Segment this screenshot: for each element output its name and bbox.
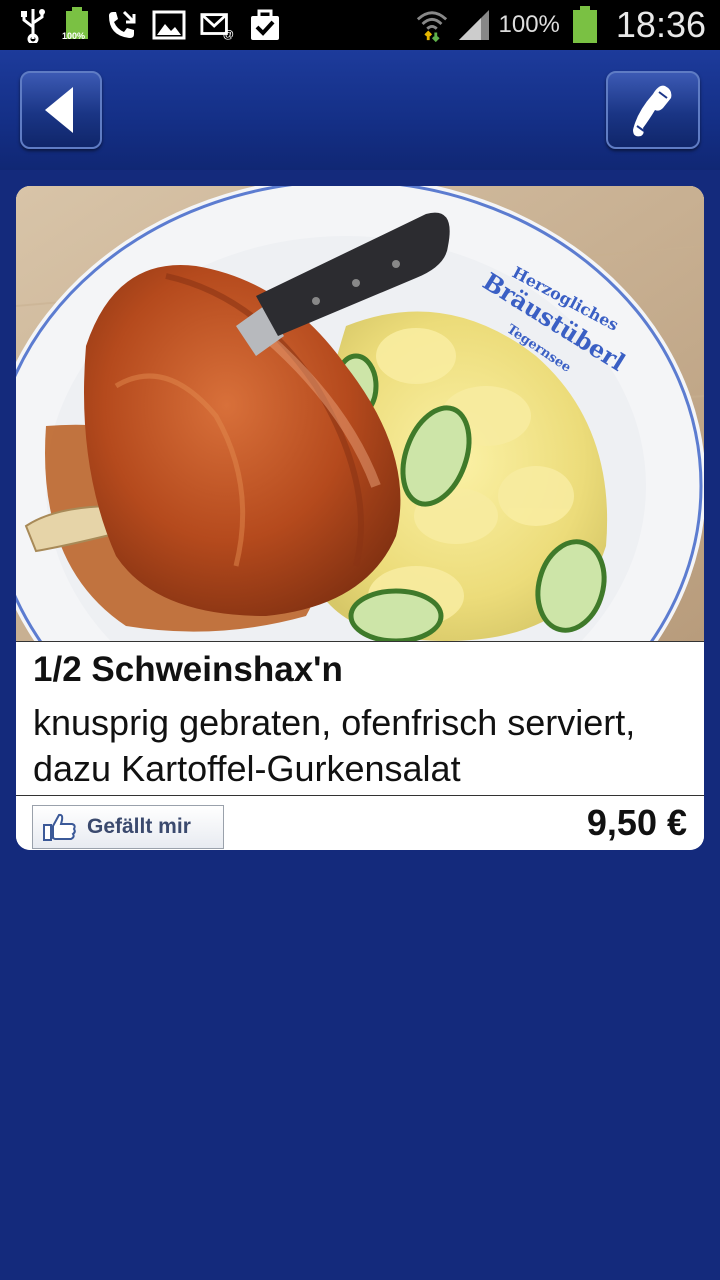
email-icon: @ <box>200 8 234 42</box>
phone-icon <box>633 85 672 137</box>
battery-icon: 100% <box>62 7 90 43</box>
task-icon <box>248 8 282 42</box>
back-arrow-icon <box>45 87 73 133</box>
dish-description: knusprig gebraten, ofenfrisch serviert, … <box>33 702 636 789</box>
wifi-icon <box>415 8 449 43</box>
dish-footer: Gefällt mir 9,50 € <box>16 795 704 850</box>
missed-call-icon <box>104 8 138 42</box>
status-bar: 100% @ 100% 18:36 <box>0 0 720 50</box>
dish-card[interactable]: Herzogliches Bräustüberl Tegernsee 1/2 S… <box>16 186 704 850</box>
battery-full-icon <box>568 6 602 43</box>
dish-price: 9,50 € <box>586 802 687 843</box>
battery-percent: 100% <box>498 11 560 38</box>
dish-title: 1/2 Schweinshax'n <box>33 650 343 689</box>
thumbs-up-icon <box>43 813 76 841</box>
back-button[interactable] <box>20 71 102 149</box>
app-header <box>0 50 720 170</box>
signal-icon <box>457 8 491 42</box>
like-button[interactable]: Gefällt mir <box>32 805 224 849</box>
gallery-icon <box>152 8 186 42</box>
usb-icon <box>16 8 50 43</box>
dish-photo: Herzogliches Bräustüberl Tegernsee <box>16 186 704 641</box>
call-button[interactable] <box>606 71 700 149</box>
dish-info: 1/2 Schweinshax'n knusprig gebraten, ofe… <box>16 641 704 796</box>
clock: 18:36 <box>615 4 706 45</box>
like-label: Gefällt mir <box>87 815 191 838</box>
svg-text:@: @ <box>223 29 234 40</box>
